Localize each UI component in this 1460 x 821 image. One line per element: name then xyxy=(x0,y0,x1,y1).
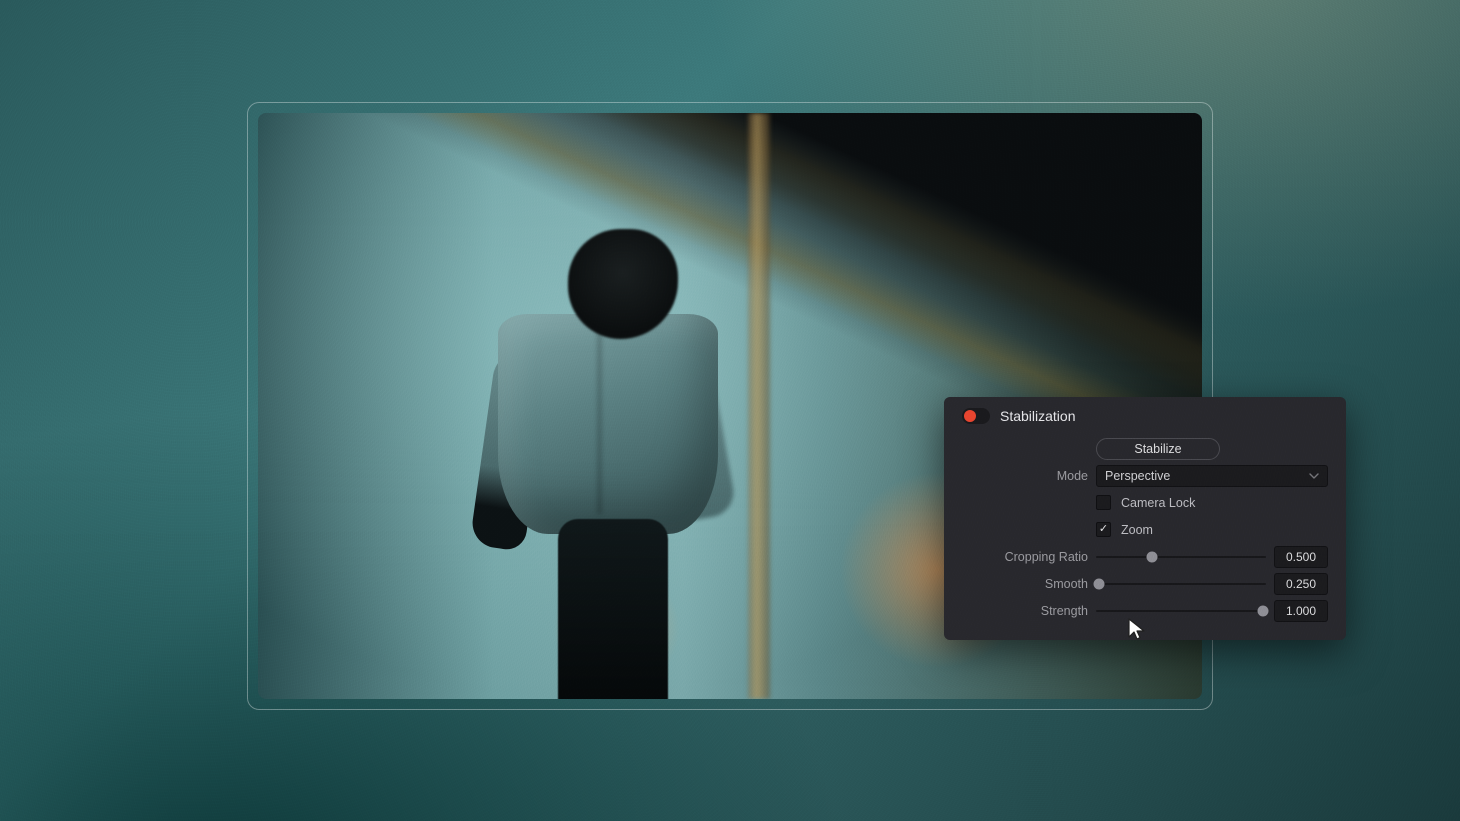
strength-value[interactable]: 1.000 xyxy=(1274,600,1328,622)
stabilization-panel: Stabilization Stabilize Mode Perspective… xyxy=(944,397,1346,640)
panel-title: Stabilization xyxy=(1000,408,1076,424)
zoom-checkbox[interactable] xyxy=(1096,522,1111,537)
cropping-ratio-value[interactable]: 0.500 xyxy=(1274,546,1328,568)
mode-label: Mode xyxy=(992,469,1088,483)
strength-label: Strength xyxy=(992,604,1088,618)
cropping-ratio-slider[interactable] xyxy=(1096,556,1266,558)
smooth-value[interactable]: 0.250 xyxy=(1274,573,1328,595)
slider-knob-icon xyxy=(1257,605,1268,616)
mode-select[interactable]: Perspective xyxy=(1096,465,1328,487)
mode-value: Perspective xyxy=(1105,469,1170,483)
smooth-label: Smooth xyxy=(992,577,1088,591)
toggle-knob-icon xyxy=(964,410,976,422)
slider-knob-icon xyxy=(1147,551,1158,562)
strength-slider[interactable] xyxy=(1096,610,1266,612)
camera-lock-label: Camera Lock xyxy=(1121,496,1195,510)
chevron-down-icon xyxy=(1309,471,1319,481)
camera-lock-checkbox[interactable] xyxy=(1096,495,1111,510)
stabilize-button[interactable]: Stabilize xyxy=(1096,438,1220,460)
cropping-ratio-label: Cropping Ratio xyxy=(992,550,1088,564)
slider-knob-icon xyxy=(1094,578,1105,589)
stabilization-toggle[interactable] xyxy=(962,408,990,424)
video-subject-figure xyxy=(478,229,718,699)
zoom-label: Zoom xyxy=(1121,523,1153,537)
smooth-slider[interactable] xyxy=(1096,583,1266,585)
